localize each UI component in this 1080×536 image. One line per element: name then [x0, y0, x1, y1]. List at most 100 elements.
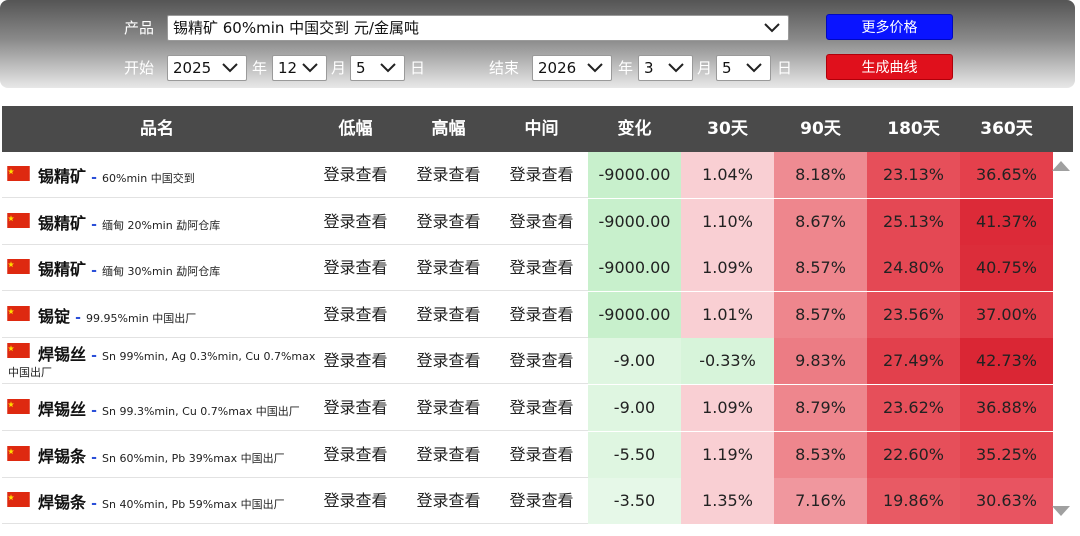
cell-d360: 37.00%: [960, 291, 1053, 338]
login-to-view-link[interactable]: 登录查看: [402, 385, 495, 431]
product-spec: Sn 99%min, Ag 0.3%min, Cu 0.7%max: [102, 350, 316, 364]
product-name: 锡精矿: [38, 167, 87, 186]
cell-change: -9000.00: [588, 245, 681, 292]
login-to-view-link[interactable]: 登录查看: [495, 199, 588, 245]
cell-d30: -0.33%: [681, 338, 774, 385]
login-to-view-link[interactable]: 登录查看: [309, 199, 402, 245]
product-name: 焊锡丝: [38, 345, 87, 365]
login-to-view-link[interactable]: 登录查看: [309, 292, 402, 338]
login-to-view-link[interactable]: 登录查看: [402, 338, 495, 384]
product-name: 焊锡条: [38, 493, 87, 513]
start-month-select[interactable]: 12: [272, 55, 327, 81]
china-flag-icon: [7, 445, 30, 461]
table-row[interactable]: 锡锭 - 99.95%min 中国出厂 登录查看 登录查看 登录查看 -9000.00 1…: [2, 291, 1053, 338]
login-to-view-link[interactable]: 登录查看: [402, 199, 495, 245]
end-label: 结束: [489, 59, 520, 77]
cell-d90: 8.18%: [774, 152, 867, 198]
login-to-view-link[interactable]: 登录查看: [402, 292, 495, 338]
year-unit: 年: [618, 59, 634, 77]
table-row[interactable]: 锡精矿 - 60%min 中国交到 登录查看 登录查看 登录查看 -9000.00 1.0…: [2, 152, 1053, 198]
start-day-value: 5: [356, 59, 366, 77]
product-name: 锡锭: [38, 306, 71, 326]
name-separator: -: [91, 348, 97, 365]
cell-d360: 42.73%: [960, 338, 1053, 385]
end-year-select[interactable]: 2026: [532, 55, 612, 81]
china-flag-icon: [7, 343, 30, 359]
login-to-view-link[interactable]: 登录查看: [495, 152, 588, 198]
start-month-value: 12: [278, 59, 298, 77]
login-to-view-link[interactable]: 登录查看: [495, 338, 588, 384]
product-name-line: 锡精矿 - 60%min 中国交到: [38, 163, 195, 187]
login-to-view-link[interactable]: 登录查看: [495, 432, 588, 478]
product-select[interactable]: 锡精矿 60%min 中国交到 元/金属吨: [167, 15, 789, 41]
login-to-view-link[interactable]: 登录查看: [309, 385, 402, 431]
login-to-view-link[interactable]: 登录查看: [495, 292, 588, 338]
cell-change: -9.00: [588, 385, 681, 431]
start-year-value: 2025: [173, 59, 212, 77]
product-name-cell[interactable]: 焊锡丝 - Sn 99.3%min, Cu 0.7%max 中国出厂: [2, 385, 320, 431]
more-prices-button[interactable]: 更多价格: [826, 14, 953, 40]
scroll-up-icon[interactable]: [1052, 160, 1070, 172]
table-row[interactable]: 焊锡丝 - Sn 99%min, Ag 0.3%min, Cu 0.7%max 中…: [2, 338, 1053, 385]
login-to-view-link[interactable]: 登录查看: [309, 245, 402, 291]
product-name: 焊锡丝: [38, 400, 87, 419]
product-name-line: 焊锡条 - Sn 40%min, Pb 59%max 中国出厂: [38, 489, 285, 513]
scroll-down-icon[interactable]: [1052, 505, 1070, 517]
header-90d: 90天: [800, 119, 841, 139]
product-name-cell[interactable]: 锡精矿 - 缅甸 30%min 勐阿仓库: [2, 245, 320, 291]
chevron-down-icon: [668, 63, 684, 73]
start-year-select[interactable]: 2025: [167, 55, 247, 81]
login-to-view-link[interactable]: 登录查看: [402, 152, 495, 198]
end-month-value: 3: [644, 59, 654, 77]
product-name: 焊锡条: [38, 446, 87, 466]
login-to-view-link[interactable]: 登录查看: [402, 245, 495, 291]
end-day-select[interactable]: 5: [716, 55, 771, 81]
product-name-cell[interactable]: 锡精矿 - 缅甸 20%min 勐阿仓库: [2, 199, 320, 245]
china-flag-icon: [7, 212, 30, 228]
cell-change: -3.50: [588, 478, 681, 525]
cell-d90: 8.57%: [774, 245, 867, 292]
login-to-view-link[interactable]: 登录查看: [309, 152, 402, 198]
china-flag-icon: [7, 166, 30, 181]
login-to-view-link[interactable]: 登录查看: [495, 385, 588, 431]
header-high: 高幅: [431, 119, 466, 139]
product-name-cell[interactable]: 锡锭 - 99.95%min 中国出厂: [2, 292, 320, 338]
product-name-line: 锡锭 - 99.95%min 中国出厂: [38, 303, 196, 327]
cell-change: -9000.00: [588, 291, 681, 338]
chevron-down-icon: [587, 63, 603, 73]
table-row[interactable]: 锡精矿 - 缅甸 20%min 勐阿仓库 登录查看 登录查看 登录查看 -9000.00…: [2, 198, 1053, 245]
product-name-cell[interactable]: 焊锡条 - Sn 40%min, Pb 59%max 中国出厂: [2, 478, 320, 524]
table-row[interactable]: 焊锡条 - Sn 40%min, Pb 59%max 中国出厂 登录查看 登录查看登…: [2, 478, 1053, 525]
header-180d: 180天: [887, 119, 940, 139]
product-select-value: 锡精矿 60%min 中国交到 元/金属吨: [173, 19, 419, 37]
table-row[interactable]: 焊锡条 - Sn 60%min, Pb 39%max 中国出厂 登录查看 登录查看登…: [2, 431, 1053, 478]
header-360d: 360天: [980, 119, 1033, 139]
login-to-view-link[interactable]: 登录查看: [402, 478, 495, 524]
login-to-view-link[interactable]: 登录查看: [309, 338, 402, 384]
product-spec: 60%min 中国交到: [102, 172, 195, 185]
day-unit: 日: [777, 59, 793, 77]
cell-d180: 23.13%: [867, 152, 960, 198]
product-name-line: 焊锡丝 - Sn 99.3%min, Cu 0.7%max 中国出厂: [38, 396, 300, 420]
product-name-cell[interactable]: 焊锡条 - Sn 60%min, Pb 39%max 中国出厂: [2, 432, 320, 478]
product-name: 锡精矿: [38, 213, 87, 233]
cell-d90: 8.67%: [774, 198, 867, 245]
login-to-view-link[interactable]: 登录查看: [309, 478, 402, 524]
cell-d30: 1.09%: [681, 245, 774, 292]
end-day-value: 5: [722, 59, 732, 77]
login-to-view-link[interactable]: 登录查看: [495, 245, 588, 291]
login-to-view-link[interactable]: 登录查看: [402, 432, 495, 478]
login-to-view-link[interactable]: 登录查看: [495, 478, 588, 524]
end-month-select[interactable]: 3: [638, 55, 693, 81]
generate-curve-button[interactable]: 生成曲线: [826, 54, 953, 80]
table-row[interactable]: 焊锡丝 - Sn 99.3%min, Cu 0.7%max 中国出厂 登录查看 登录…: [2, 385, 1053, 431]
chevron-down-icon: [746, 63, 762, 73]
name-separator: -: [91, 263, 97, 280]
start-day-select[interactable]: 5: [350, 55, 405, 81]
table-row[interactable]: 锡精矿 - 缅甸 30%min 勐阿仓库 登录查看 登录查看 登录查看 -9000.00…: [2, 245, 1053, 292]
product-name-cell[interactable]: 焊锡丝 - Sn 99%min, Ag 0.3%min, Cu 0.7%max 中…: [2, 338, 320, 384]
product-spec: Sn 99.3%min, Cu 0.7%max 中国出厂: [102, 405, 300, 418]
name-separator: -: [75, 309, 81, 326]
login-to-view-link[interactable]: 登录查看: [309, 432, 402, 478]
product-name-cell[interactable]: 锡精矿 - 60%min 中国交到: [2, 152, 320, 198]
